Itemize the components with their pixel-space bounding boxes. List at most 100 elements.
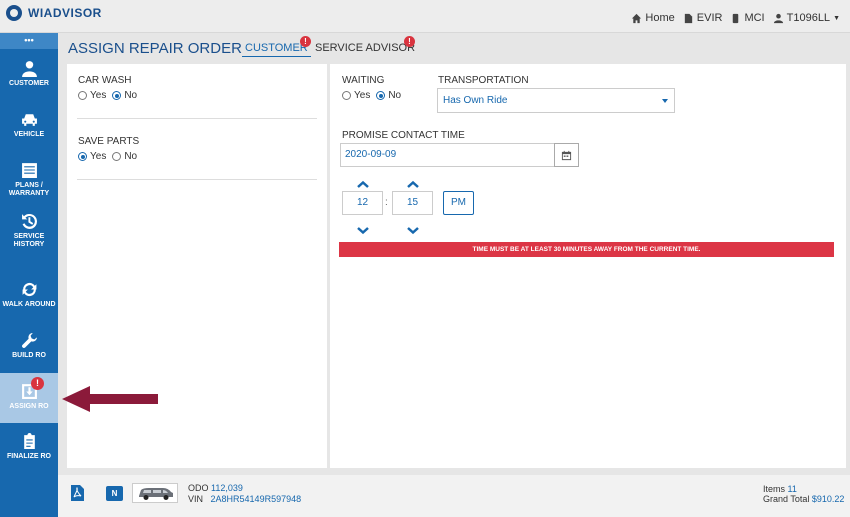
calendar-button[interactable] (554, 143, 579, 167)
chevron-down-icon (357, 227, 369, 235)
sidebar-item-customer[interactable]: CUSTOMER (0, 60, 58, 110)
hour-input[interactable]: 12 (342, 191, 383, 215)
tab-customer-label: CUSTOMER (245, 42, 308, 54)
hour-decrement-button[interactable] (356, 222, 370, 235)
radio-button[interactable] (112, 91, 122, 100)
waiting-label: WAITING (342, 75, 385, 86)
home-link[interactable]: Home (631, 12, 675, 24)
vin-value: 2A8HR54149R597948 (210, 494, 302, 504)
user-menu[interactable]: T1096LL ▼ (773, 12, 840, 24)
minivan-image-icon (139, 488, 173, 500)
waiting-yes-radio[interactable]: Yes (342, 90, 370, 101)
grand-total-label: Grand Total (763, 494, 810, 504)
phone-icon (733, 13, 739, 23)
tab-service-advisor[interactable]: SERVICE ADVISOR (315, 42, 415, 54)
save-parts-no-radio[interactable]: No (112, 151, 137, 162)
minute-decrement-button[interactable] (406, 222, 420, 235)
alert-badge: ! (31, 377, 44, 390)
vin-label: VIN (188, 494, 204, 504)
minute-input[interactable]: 15 (392, 191, 433, 215)
time-validation-error: TIME MUST BE AT LEAST 30 MINUTES AWAY FR… (339, 242, 834, 257)
promise-date-input[interactable]: 2020-09-09 (340, 143, 555, 167)
radio-button[interactable] (342, 91, 351, 100)
sidebar-item-label: WALK AROUND (2, 301, 56, 308)
home-link-label: Home (645, 12, 675, 24)
car-wash-options: Yes No (78, 90, 137, 101)
evir-link-label: EVIR (696, 12, 723, 24)
ampm-toggle-button[interactable]: PM (443, 191, 474, 215)
mci-link-label: MCI (744, 12, 765, 24)
sidebar-menu-toggle[interactable]: ••• (0, 33, 58, 49)
sidebar-item-label: BUILD RO (12, 352, 46, 359)
history-icon (21, 214, 37, 229)
sidebar-item-label: FINALIZE RO (7, 453, 51, 460)
divider (77, 179, 317, 180)
mopar-logo-icon (6, 5, 22, 21)
radio-label: Yes (90, 90, 107, 101)
vin: VIN 2A8HR54149R597948 (188, 494, 301, 504)
save-parts-options: Yes No (78, 151, 137, 162)
alert-badge: ! (300, 36, 311, 47)
top-bar: WIADVISOR Home EVIR MCI T1096LL ▼ (0, 0, 850, 33)
minute-increment-button[interactable] (406, 176, 420, 188)
radio-button[interactable] (78, 91, 87, 100)
pdf-icon (71, 485, 84, 501)
user-icon (21, 61, 37, 77)
promise-contact-time-label: PROMISE CONTACT TIME (342, 130, 465, 141)
sidebar-item-vehicle[interactable]: VEHICLE (0, 111, 58, 161)
items-label: Items (763, 484, 786, 494)
sidebar-item-label: ASSIGN RO (9, 403, 49, 410)
hour-increment-button[interactable] (356, 176, 370, 188)
save-parts-label: SAVE PARTS (78, 136, 140, 147)
app-logo: WIADVISOR (6, 5, 102, 21)
chevron-down-icon (407, 227, 419, 235)
clipboard-icon (23, 433, 35, 449)
sidebar-item-plans-warranty[interactable]: PLANS / WARRANTY (0, 162, 58, 212)
odometer: ODO 112,039 (188, 483, 243, 493)
radio-button[interactable] (112, 152, 122, 161)
page-title: ASSIGN REPAIR ORDER (68, 40, 242, 57)
waiting-no-radio[interactable]: No (376, 90, 401, 101)
caret-down-icon: ▼ (833, 14, 840, 22)
radio-label: Yes (90, 151, 107, 162)
list-icon (21, 163, 37, 178)
waiting-options: Yes No (342, 90, 401, 101)
radio-label: No (124, 151, 138, 162)
evir-link[interactable]: EVIR (683, 12, 723, 24)
sidebar-item-walk-around[interactable]: WALK AROUND (0, 281, 58, 331)
radio-label: No (388, 90, 402, 101)
radio-button[interactable] (78, 152, 87, 161)
user-name: T1096LL (786, 12, 831, 24)
home-icon (632, 13, 642, 23)
pdf-button[interactable] (70, 484, 85, 507)
save-parts-yes-radio[interactable]: Yes (78, 151, 106, 162)
refresh-icon (22, 282, 36, 297)
sidebar-item-finalize-ro[interactable]: FINALIZE RO (0, 433, 58, 483)
n-badge-button[interactable]: N (106, 486, 123, 501)
chevron-up-icon (407, 180, 419, 188)
car-icon (21, 114, 37, 126)
grand-total-value: $910.22 (811, 494, 845, 504)
transportation-value: Has Own Ride (443, 95, 508, 106)
sidebar-item-label: CUSTOMER (9, 80, 49, 87)
sidebar-item-label: SERVICE HISTORY (13, 233, 45, 248)
transportation-select[interactable]: Has Own Ride (437, 88, 675, 113)
document-icon (684, 13, 692, 23)
caret-down-icon (662, 99, 668, 103)
odo-value: 112,039 (211, 483, 243, 493)
mci-link[interactable]: MCI (730, 12, 765, 24)
calendar-icon (561, 150, 572, 161)
car-wash-label: CAR WASH (78, 75, 132, 86)
user-icon (773, 13, 783, 23)
tab-service-advisor-label: SERVICE ADVISOR (315, 42, 416, 54)
car-wash-yes-radio[interactable]: Yes (78, 90, 106, 101)
radio-label: Yes (354, 90, 371, 101)
items-count: Items 11 (763, 484, 797, 494)
radio-button[interactable] (376, 91, 386, 100)
divider (77, 118, 317, 119)
sidebar-item-assign-ro[interactable]: ASSIGN RO ! (0, 373, 58, 423)
wrench-icon (21, 333, 37, 348)
brand-name: WIADVISOR (28, 6, 102, 20)
sidebar-item-service-history[interactable]: SERVICE HISTORY (0, 213, 58, 263)
car-wash-no-radio[interactable]: No (112, 90, 137, 101)
